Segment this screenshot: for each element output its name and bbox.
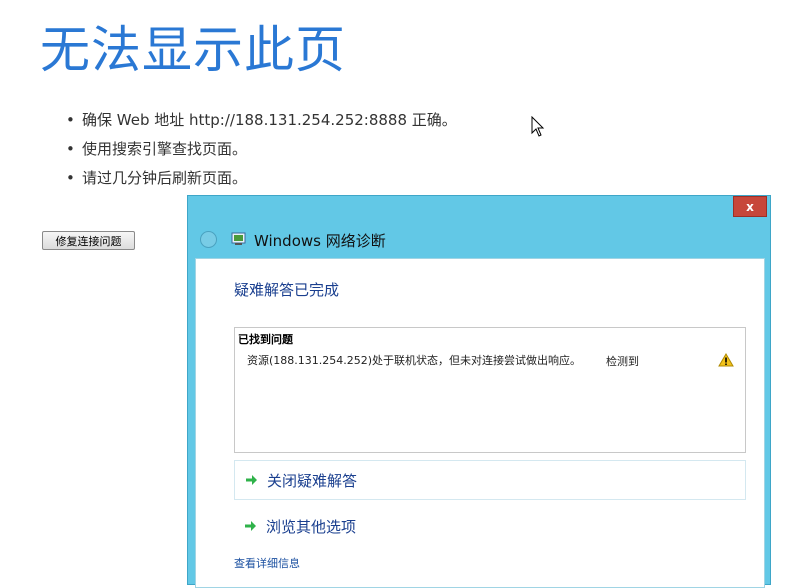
option-label: 关闭疑难解答	[267, 471, 358, 490]
close-troubleshooter-option[interactable]: 关闭疑难解答	[234, 460, 746, 500]
list-item: • 确保 Web 地址 http://188.131.254.252:8888 正…	[66, 108, 457, 137]
list-item: • 请过几分钟后刷新页面。	[66, 166, 457, 195]
dialog-title: Windows 网络诊断	[254, 232, 386, 250]
problems-header: 已找到问题	[238, 333, 293, 346]
list-item: • 使用搜索引擎查找页面。	[66, 137, 457, 166]
troubleshooting-heading: 疑难解答已完成	[234, 281, 340, 299]
option-label: 浏览其他选项	[266, 517, 357, 536]
close-button[interactable]: x	[733, 196, 767, 217]
green-arrow-icon	[245, 474, 258, 486]
problem-description: 资源(188.131.254.252)处于联机状态，但未对连接尝试做出响应。	[247, 354, 582, 367]
page-title: 无法显示此页	[40, 21, 346, 79]
explore-options-option[interactable]: 浏览其他选项	[234, 506, 746, 546]
bullet-icon: •	[66, 169, 75, 187]
tip-text: 确保 Web 地址 http://188.131.254.252:8888 正确…	[82, 111, 457, 129]
bullet-icon: •	[66, 140, 75, 158]
fix-connection-button[interactable]: 修复连接问题	[42, 231, 135, 250]
network-diagnostics-dialog: x Windows 网络诊断 疑难解答已完成 已找到问题 资源(188.131.…	[187, 195, 771, 588]
bullet-icon: •	[66, 111, 75, 129]
tips-list: • 确保 Web 地址 http://188.131.254.252:8888 正…	[66, 108, 457, 195]
close-icon: x	[746, 199, 754, 214]
warning-icon	[718, 353, 734, 367]
network-diagnostics-icon	[231, 232, 246, 245]
tip-text: 请过几分钟后刷新页面。	[82, 169, 248, 187]
back-button[interactable]	[200, 231, 217, 248]
view-details-link[interactable]: 查看详细信息	[234, 555, 300, 571]
tip-text: 使用搜索引擎查找页面。	[82, 140, 248, 158]
mouse-cursor-icon	[531, 116, 545, 137]
dialog-content: 疑难解答已完成 已找到问题 资源(188.131.254.252)处于联机状态，…	[195, 258, 765, 588]
problem-status: 检测到	[606, 355, 639, 368]
green-arrow-icon	[244, 520, 257, 532]
problems-found-box: 已找到问题 资源(188.131.254.252)处于联机状态，但未对连接尝试做…	[234, 327, 746, 453]
